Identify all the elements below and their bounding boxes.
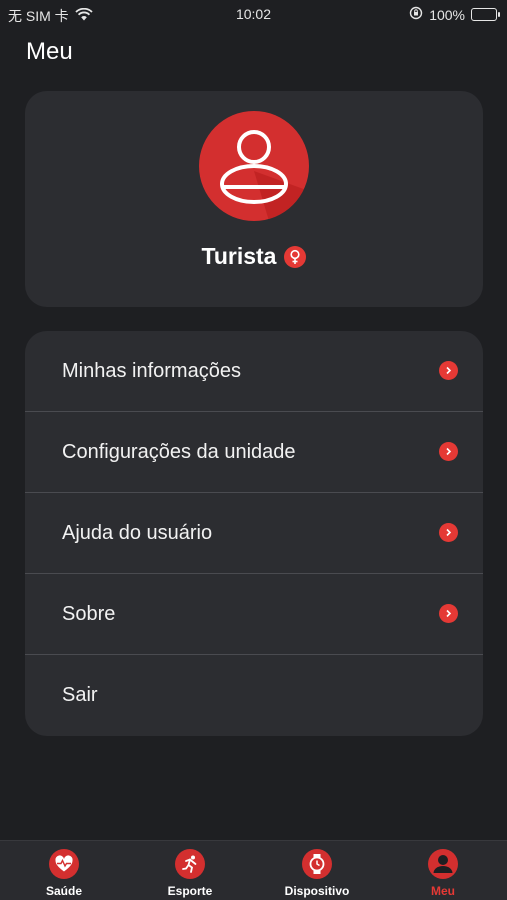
settings-menu: Minhas informações Configurações da unid… — [25, 331, 483, 736]
tab-bar: Saúde Esporte Dispositivo Meu — [0, 840, 507, 900]
menu-item-label: Configurações da unidade — [62, 440, 296, 463]
profile-name: Turista — [201, 243, 277, 269]
chevron-right-icon — [439, 442, 458, 461]
profile-name-row: Turista — [25, 243, 483, 270]
battery-percent: 100% — [429, 6, 465, 23]
tab-esporte[interactable]: Esporte — [135, 849, 245, 898]
watch-icon — [302, 849, 332, 879]
runner-icon — [175, 849, 205, 879]
chevron-right-icon — [439, 604, 458, 623]
menu-item-label: Ajuda do usuário — [62, 521, 213, 544]
menu-item-label: Sobre — [62, 602, 116, 625]
chevron-right-icon — [439, 523, 458, 542]
avatar[interactable] — [199, 111, 309, 221]
battery-icon — [471, 8, 500, 21]
menu-item-sair[interactable]: Sair — [25, 655, 483, 736]
tab-label: Esporte — [167, 884, 213, 898]
tab-saude[interactable]: Saúde — [9, 849, 119, 898]
chevron-right-icon — [439, 361, 458, 380]
status-bar: 无 SIM 卡 10:02 100% — [0, 0, 507, 28]
profile-card[interactable]: Turista — [25, 91, 483, 307]
tab-label: Dispositivo — [284, 884, 350, 898]
tab-dispositivo[interactable]: Dispositivo — [262, 849, 372, 898]
user-icon — [428, 849, 458, 879]
female-icon — [284, 245, 307, 268]
tab-label: Saúde — [45, 884, 82, 898]
menu-item-sobre[interactable]: Sobre — [25, 574, 483, 655]
user-icon — [220, 130, 309, 221]
menu-item-minhas-informacoes[interactable]: Minhas informações — [25, 331, 483, 412]
menu-item-label: Sair — [62, 684, 98, 706]
page-title: Meu — [26, 38, 73, 65]
heart-pulse-icon — [49, 849, 79, 879]
menu-item-configuracoes-unidade[interactable]: Configurações da unidade — [25, 412, 483, 493]
orientation-lock-icon — [409, 6, 423, 23]
tab-label: Meu — [431, 884, 455, 898]
menu-item-label: Minhas informações — [62, 359, 241, 382]
tab-meu[interactable]: Meu — [388, 849, 498, 898]
menu-item-ajuda-usuario[interactable]: Ajuda do usuário — [25, 493, 483, 574]
